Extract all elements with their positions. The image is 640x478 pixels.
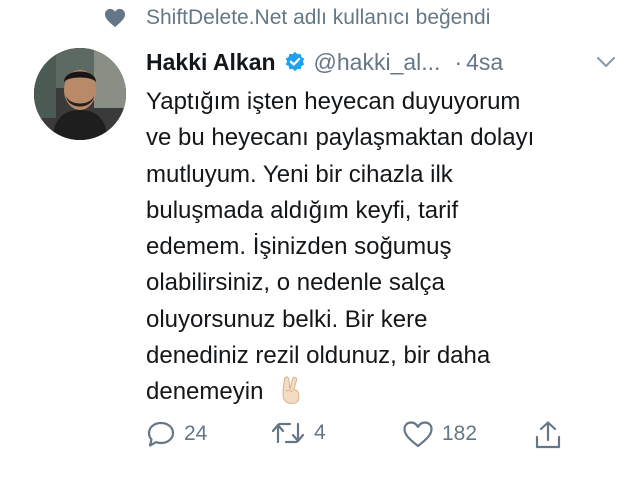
author-handle[interactable]: @hakki_al... xyxy=(314,49,441,76)
victory-hand-emoji-icon xyxy=(282,376,300,405)
avatar-photo xyxy=(34,48,126,140)
share-icon xyxy=(535,421,561,449)
tweet-text-line: buluşmada aldığım keyfi, tarif xyxy=(146,196,459,224)
author-name[interactable]: Hakki Alkan xyxy=(146,49,276,76)
tweet-text: Yaptığım işten heyecan duyuyorum ve bu h… xyxy=(146,84,616,411)
tweet-text-line-last: denemeyin xyxy=(146,374,616,410)
retweet-button[interactable]: 4 xyxy=(270,420,326,446)
tweet-actions: 24 4 182 xyxy=(146,420,580,460)
verified-badge-icon xyxy=(285,51,304,72)
tweet-text-line: oluyorsunuz belki. Bir kere xyxy=(146,305,428,333)
tweet-text-line: ve bu heyecanı paylaşmaktan dolayı xyxy=(146,124,535,152)
tweet-text-line: edemem. İşinizden soğumuş xyxy=(146,233,452,261)
reply-button[interactable]: 24 xyxy=(146,420,207,448)
heart-icon xyxy=(105,8,125,28)
reply-icon xyxy=(147,421,175,447)
heart-outline-icon xyxy=(403,421,433,448)
tweet-text-line: mutluyum. Yeni bir cihazla ilk xyxy=(146,160,453,188)
like-button[interactable]: 182 xyxy=(402,420,477,448)
tweet-header: Hakki Alkan @hakki_al... · 4sa xyxy=(146,44,616,80)
tweet-text-line: olabilirsiniz, o nedenle salça xyxy=(146,269,445,297)
reply-count: 24 xyxy=(184,422,208,445)
social-context: ShiftDelete.Net adlı kullanıcı beğendi xyxy=(104,6,490,30)
tweet-timestamp[interactable]: 4sa xyxy=(466,49,503,76)
like-count: 182 xyxy=(442,422,478,445)
retweet-icon xyxy=(271,422,305,444)
chevron-down-icon[interactable] xyxy=(596,55,616,69)
social-context-text: ShiftDelete.Net adlı kullanıcı beğendi xyxy=(146,6,491,29)
separator-dot: · xyxy=(454,48,463,75)
share-button[interactable] xyxy=(534,420,570,450)
avatar[interactable] xyxy=(34,48,126,140)
retweet-count: 4 xyxy=(314,421,326,444)
tweet-text-line: denediniz rezil oldunuz, bir daha xyxy=(146,342,491,370)
tweet-text-line-content: denemeyin xyxy=(146,378,264,406)
tweet-text-line: Yaptığım işten heyecan duyuyorum xyxy=(146,88,521,115)
